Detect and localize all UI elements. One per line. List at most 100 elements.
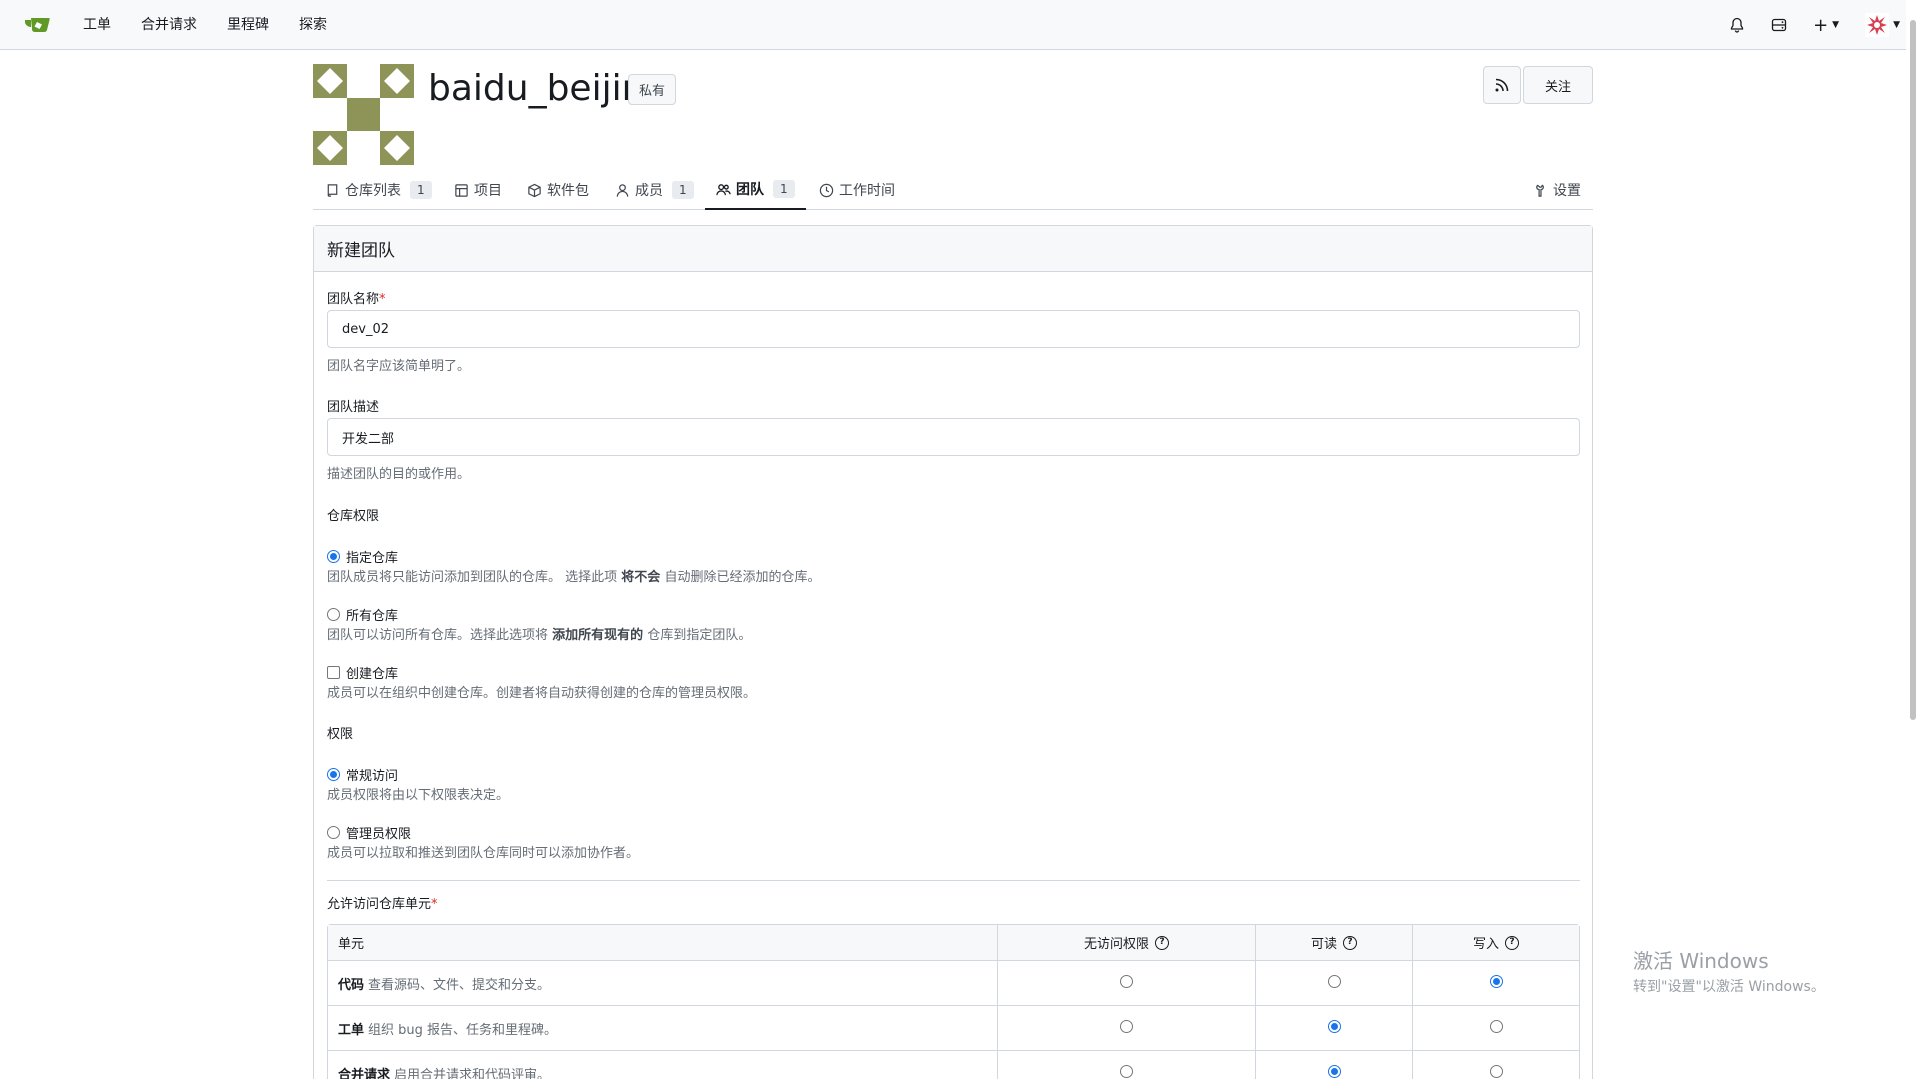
specific-repo-option[interactable]: 指定仓库	[327, 547, 398, 566]
permission-cell-read	[1256, 1051, 1413, 1079]
project-board-icon	[455, 183, 468, 197]
normal-access-help: 成员权限将由以下权限表决定。	[327, 788, 510, 803]
units-label: 允许访问仓库单元*	[327, 897, 438, 912]
chevron-down-icon: ▼	[1832, 20, 1840, 30]
table-row: 代码 查看源码、文件、提交和分支。	[328, 961, 1579, 1006]
all-repo-option[interactable]: 所有仓库	[327, 605, 398, 624]
tab-repositories[interactable]: 仓库列表 1	[325, 170, 432, 210]
chevron-down-icon: ▼	[1893, 20, 1900, 30]
permission-radio-none[interactable]	[1120, 1064, 1133, 1078]
unit-name: 合并请求	[338, 1067, 391, 1079]
unit-description: 组织 bug 报告、任务和里程碑。	[368, 1022, 558, 1038]
team-desc-label: 团队描述	[327, 400, 380, 415]
create-repo-help: 成员可以在组织中创建仓库。创建者将自动获得创建的仓库的管理员权限。	[327, 686, 757, 701]
unit-name: 工单	[338, 1022, 365, 1038]
package-icon	[528, 183, 541, 197]
member-count-badge: 1	[672, 181, 694, 199]
tab-label: 仓库列表	[345, 183, 401, 199]
permission-radio-none[interactable]	[1120, 974, 1133, 988]
permission-cell-write	[1413, 1006, 1579, 1051]
plus-icon: +	[1813, 14, 1829, 36]
col-no-access: 无访问权限?	[998, 925, 1256, 961]
nav-explore[interactable]: 探索	[284, 0, 342, 50]
create-repo-option[interactable]: 创建仓库	[327, 663, 398, 682]
tab-label: 设置	[1553, 183, 1581, 199]
nav-issues[interactable]: 工单	[68, 0, 126, 50]
tab-projects[interactable]: 项目	[454, 170, 502, 210]
tab-teams[interactable]: 团队 1	[705, 170, 806, 210]
create-repo-checkbox[interactable]	[327, 666, 340, 679]
specific-repo-help: 团队成员将只能访问添加到团队的仓库。 选择此项 将不会 自动删除已经添加的仓库。	[327, 570, 821, 585]
windows-activation-watermark: 激活 Windows 转到"设置"以激活 Windows。	[1633, 945, 1825, 996]
all-repo-radio[interactable]	[327, 608, 340, 621]
org-tabs: 仓库列表 1 项目 软件包 成员 1 团队 1 工作时间 设置	[313, 170, 1593, 210]
notifications-bell-icon[interactable]	[1729, 17, 1745, 33]
create-new-menu[interactable]: + ▼	[1813, 15, 1839, 36]
new-team-form: 新建团队 团队名称* dev_02 团队名字应该简单明了。 团队描述 开发二部 …	[313, 225, 1593, 1079]
permission-radio-none[interactable]	[1120, 1019, 1133, 1033]
permission-radio-write[interactable]	[1489, 1064, 1503, 1078]
section-divider	[327, 880, 1580, 881]
normal-access-option[interactable]: 常规访问	[327, 765, 398, 784]
stopwatch-server-icon[interactable]	[1771, 17, 1787, 33]
admin-access-label: 管理员权限	[346, 827, 412, 842]
rss-feed-button[interactable]	[1483, 66, 1521, 104]
tab-worktime[interactable]: 工作时间	[819, 170, 895, 210]
permission-radio-read[interactable]	[1327, 1019, 1341, 1033]
permission-radio-read[interactable]	[1327, 1064, 1341, 1078]
normal-access-radio[interactable]	[327, 768, 340, 781]
tab-label: 项目	[474, 183, 502, 199]
specific-repo-label: 指定仓库	[346, 551, 399, 566]
team-name-help: 团队名字应该简单明了。	[327, 359, 471, 374]
team-count-badge: 1	[773, 180, 795, 198]
gitea-logo-icon[interactable]	[22, 13, 54, 37]
all-repo-help: 团队可以访问所有仓库。选择此选项将 添加所有现有的 仓库到指定团队。	[327, 628, 752, 643]
tab-packages[interactable]: 软件包	[527, 170, 589, 210]
nav-milestones[interactable]: 里程碑	[212, 0, 284, 50]
rss-icon	[1495, 78, 1509, 92]
page-scrollbar[interactable]	[1906, 0, 1920, 1079]
permission-radio-read[interactable]	[1327, 974, 1341, 988]
org-header: baidu_beijin 私有 关注	[313, 64, 1593, 168]
unit-description: 启用合并请求和代码评审。	[394, 1067, 551, 1079]
admin-access-radio[interactable]	[327, 826, 340, 839]
col-read: 可读?	[1256, 925, 1413, 961]
permission-cell-write	[1413, 1051, 1579, 1079]
repo-permission-label: 仓库权限	[327, 509, 380, 524]
person-icon	[616, 183, 629, 197]
team-name-input[interactable]: dev_02	[327, 310, 1580, 348]
specific-repo-radio[interactable]	[327, 550, 340, 563]
permission-radio-write[interactable]	[1489, 974, 1503, 988]
create-repo-label: 创建仓库	[346, 667, 399, 682]
scrollbar-thumb[interactable]	[1910, 20, 1916, 720]
table-header-row: 单元 无访问权限? 可读? 写入?	[328, 925, 1579, 961]
team-desc-input[interactable]: 开发二部	[327, 418, 1580, 456]
org-avatar	[313, 64, 414, 165]
watermark-subtitle: 转到"设置"以激活 Windows。	[1633, 979, 1825, 995]
question-icon[interactable]: ?	[1343, 935, 1357, 950]
question-icon[interactable]: ?	[1505, 935, 1519, 950]
tab-members[interactable]: 成员 1	[615, 170, 694, 210]
follow-button[interactable]: 关注	[1523, 66, 1593, 104]
permission-label: 权限	[327, 727, 354, 742]
tab-settings[interactable]: 设置	[1533, 170, 1581, 210]
tab-label: 工作时间	[839, 183, 895, 199]
permission-cell-none	[998, 1006, 1256, 1051]
unit-cell: 代码 查看源码、文件、提交和分支。	[328, 961, 998, 1006]
repo-count-badge: 1	[410, 181, 432, 199]
private-badge: 私有	[628, 74, 677, 105]
user-menu[interactable]: ▼	[1865, 13, 1900, 37]
unit-cell: 合并请求 启用合并请求和代码评审。	[328, 1051, 998, 1079]
permission-radio-write[interactable]	[1489, 1019, 1503, 1033]
unit-cell: 工单 组织 bug 报告、任务和里程碑。	[328, 1006, 998, 1051]
unit-description: 查看源码、文件、提交和分支。	[368, 977, 551, 993]
team-desc-help: 描述团队的目的或作用。	[327, 467, 471, 482]
tab-label: 软件包	[547, 183, 589, 199]
admin-access-help: 成员可以拉取和推送到团队仓库同时可以添加协作者。	[327, 846, 640, 861]
question-icon[interactable]: ?	[1155, 935, 1169, 950]
org-name: baidu_beijin	[428, 68, 645, 109]
repo-units-table: 单元 无访问权限? 可读? 写入? 代码 查看源码、文件、提交和分支。 工单 组织 b…	[327, 924, 1580, 1079]
nav-pull-requests[interactable]: 合并请求	[126, 0, 212, 50]
watermark-title: 激活 Windows	[1633, 949, 1769, 973]
admin-access-option[interactable]: 管理员权限	[327, 823, 411, 842]
